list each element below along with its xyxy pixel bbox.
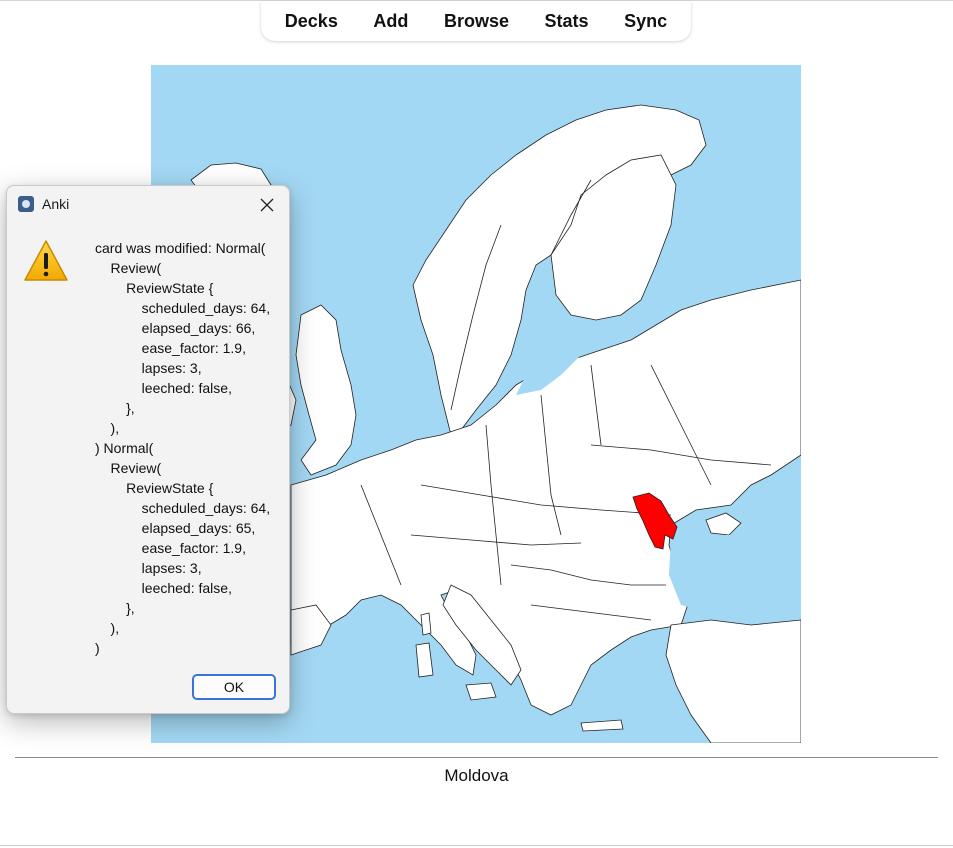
map-land-corsica [420,612,432,636]
dialog-title: Anki [42,196,70,212]
close-button[interactable] [253,191,281,219]
main-toolbar: Decks Add Browse Stats Sync [261,1,691,41]
toolbar-sync[interactable]: Sync [616,7,675,36]
anki-app-icon [18,196,34,212]
card-answer: Moldova [444,766,509,785]
dialog-message: card was modified: Normal( Review( Revie… [95,240,271,656]
error-dialog: Anki card was modified: Normal( Review( … [6,185,290,714]
dialog-titlebar[interactable]: Anki [7,186,289,224]
toolbar-browse[interactable]: Browse [436,7,517,36]
toolbar-stats[interactable]: Stats [537,7,597,36]
close-icon [260,198,274,212]
answer-divider [15,757,938,758]
bottom-divider [0,845,953,846]
toolbar-add[interactable]: Add [365,7,416,36]
warning-icon [24,240,68,281]
map-land-sicily [465,682,497,701]
toolbar-decks[interactable]: Decks [277,7,346,36]
ok-button[interactable]: OK [192,674,276,700]
